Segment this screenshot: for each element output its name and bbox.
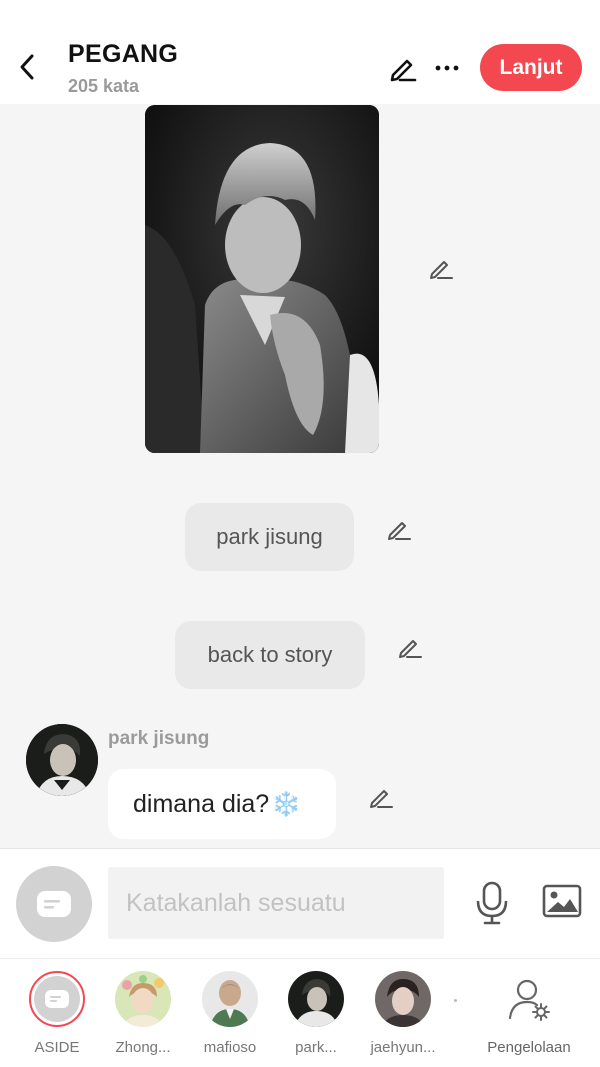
microphone-icon <box>476 881 508 925</box>
avatar-image <box>115 971 171 1027</box>
pencil-icon <box>399 640 422 658</box>
character-label: mafioso <box>203 1039 257 1056</box>
image-upload-button[interactable] <box>540 881 584 921</box>
manage-icon-wrap <box>501 971 557 1027</box>
continue-button[interactable]: Lanjut <box>480 44 582 91</box>
speaker-avatar[interactable] <box>26 724 98 796</box>
message-input[interactable] <box>108 867 444 939</box>
character-jaehyun[interactable]: jaehyun... <box>361 971 445 1056</box>
avatar <box>375 971 431 1027</box>
character-aside[interactable]: ASIDE <box>15 971 99 1056</box>
message-bubble[interactable]: dimana dia? ❄️ <box>108 769 336 839</box>
user-settings-icon <box>508 979 550 1021</box>
character-mafioso[interactable]: mafioso <box>188 971 272 1056</box>
word-count: 205 kata <box>68 76 140 96</box>
management-button[interactable]: Pengelolaan <box>486 971 572 1056</box>
edit-title-button[interactable] <box>386 51 420 85</box>
character-park[interactable]: park... <box>274 971 358 1056</box>
pencil-icon <box>390 59 417 82</box>
edit-photo-button[interactable] <box>425 252 457 284</box>
image-icon <box>542 884 582 918</box>
avatar-image <box>26 724 98 796</box>
pencil-icon <box>370 790 393 808</box>
character-label: Zhong... <box>115 1039 171 1056</box>
avatar <box>288 971 344 1027</box>
aside-avatar <box>29 971 85 1027</box>
more-dots-icon <box>435 65 459 71</box>
avatar-image <box>288 971 344 1027</box>
character-zhong[interactable]: Zhong... <box>101 971 185 1056</box>
narration-text: park jisung <box>216 524 323 549</box>
aside-message-icon <box>45 990 69 1008</box>
character-label: park... <box>295 1039 337 1056</box>
aside-toggle-button[interactable] <box>16 866 92 942</box>
pencil-icon <box>430 261 453 279</box>
top-bar: PEGANG 205 kata Lanjut <box>0 0 600 104</box>
back-button[interactable] <box>12 50 42 84</box>
aside-message-icon <box>37 891 71 917</box>
voice-button[interactable] <box>472 879 512 927</box>
avatar-image <box>375 971 431 1027</box>
more-options-button[interactable] <box>430 51 464 85</box>
character-label: ASIDE <box>34 1039 80 1056</box>
speaker-name: park jisung <box>108 728 210 749</box>
pencil-icon <box>388 522 411 540</box>
separator-dot <box>454 999 457 1002</box>
edit-message-button[interactable] <box>365 781 397 813</box>
snowflake-emoji: ❄️ <box>271 790 302 818</box>
avatar-image <box>202 971 258 1027</box>
character-bar: ASIDE Zhong... mafioso park... jaehyun..… <box>0 958 600 1067</box>
narration-bubble[interactable]: back to story <box>175 621 365 689</box>
composer-bar <box>0 848 600 958</box>
portrait-image <box>145 105 379 453</box>
edit-narration-button[interactable] <box>383 513 415 545</box>
story-photo[interactable] <box>145 105 379 453</box>
edit-narration-button[interactable] <box>394 631 426 663</box>
narration-bubble[interactable]: park jisung <box>185 503 354 571</box>
avatar <box>202 971 258 1027</box>
message-text: dimana dia? <box>133 789 270 818</box>
character-label: jaehyun... <box>370 1039 436 1056</box>
avatar <box>115 971 171 1027</box>
chevron-left-icon <box>20 54 34 80</box>
narration-text: back to story <box>207 642 333 667</box>
management-label: Pengelolaan <box>487 1039 571 1056</box>
page-title: PEGANG <box>68 40 179 68</box>
